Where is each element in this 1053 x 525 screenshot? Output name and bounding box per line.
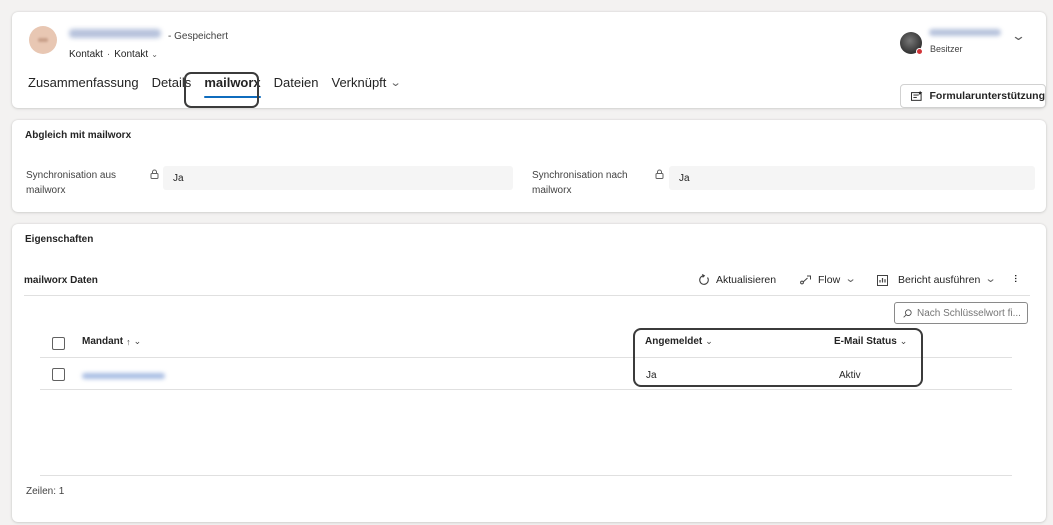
column-header-mandant[interactable]: Mandant ↑ ⌄ (82, 336, 141, 347)
tab-mailworx[interactable]: mailworx (204, 75, 262, 98)
more-icon: … (1013, 274, 1023, 283)
run-report-button[interactable]: Bericht ausführen ⌄ (877, 272, 997, 286)
refresh-icon (699, 274, 709, 285)
sync-section: Abgleich mit mailworx Synchronisation au… (12, 120, 1046, 212)
divider (40, 357, 1012, 358)
sync-to-label-line1: Synchronisation nach (532, 170, 628, 181)
form-assist-icon (911, 90, 923, 101)
column-header-angemeldet[interactable]: Angemeldet ⌄ (645, 336, 713, 347)
cell-angemeldet: Ja (646, 370, 657, 381)
divider (40, 389, 1012, 390)
separator: · (106, 49, 111, 60)
presence-status-icon (916, 48, 923, 55)
sync-from-label-line2: mailworx (26, 185, 66, 196)
sync-from-label: Synchronisation aus mailworx (26, 168, 116, 198)
form-name: Kontakt (114, 49, 149, 60)
entity-type: Kontakt (69, 49, 103, 60)
mandant-link-redacted[interactable] (82, 373, 165, 379)
tab-verknuepft-label: Verknüpft (331, 75, 387, 90)
lock-icon (655, 169, 664, 182)
rows-count: Zeilen: 1 (26, 486, 65, 497)
tab-verknuepft[interactable]: Verknüpft ⌄ (331, 75, 403, 90)
tab-bar: Zusammenfassung Details mailworx Dateien… (28, 75, 414, 98)
form-selector[interactable]: Kontakt ⌄ (114, 49, 158, 60)
report-icon (877, 274, 888, 286)
owner-avatar[interactable] (900, 32, 923, 55)
chevron-down-icon: ⌄ (899, 336, 908, 346)
refresh-button[interactable]: Aktualisieren (698, 274, 776, 286)
search-box[interactable] (894, 302, 1028, 324)
search-input[interactable] (917, 307, 1027, 319)
chevron-down-icon: ⌄ (133, 336, 142, 346)
owner-name-redacted[interactable] (929, 29, 1001, 36)
sync-section-title: Abgleich mit mailworx (25, 130, 132, 141)
record-name-redacted (69, 29, 161, 38)
chevron-down-icon: ⌄ (151, 50, 158, 59)
flow-label: Flow (818, 274, 841, 286)
form-assist-label: Formularunterstützung (929, 90, 1046, 102)
sync-from-label-line1: Synchronisation aus (26, 170, 117, 181)
cell-email-status: Aktiv (839, 370, 861, 381)
chevron-down-icon: ⌄ (844, 272, 857, 285)
sync-to-label: Synchronisation nach mailworx (532, 168, 628, 198)
lock-icon (150, 169, 159, 182)
saved-status: - Gespeichert (168, 31, 229, 42)
chevron-down-icon: ⌄ (984, 272, 997, 285)
expand-header-chevron-icon[interactable]: ⌄ (1011, 28, 1026, 44)
search-icon (903, 308, 912, 318)
tab-details[interactable]: Details (152, 75, 192, 90)
flow-icon (800, 275, 811, 285)
run-report-label: Bericht ausführen (898, 274, 981, 286)
record-avatar (29, 26, 57, 54)
properties-section: Eigenschaften mailworx Daten Aktualisier… (12, 224, 1046, 522)
more-commands-button[interactable]: … (1013, 274, 1023, 283)
entity-form-line: Kontakt · Kontakt ⌄ (69, 49, 158, 60)
owner-role: Besitzer (930, 44, 963, 54)
properties-section-title: Eigenschaften (25, 234, 94, 245)
subgrid-title: mailworx Daten (24, 275, 98, 286)
sync-from-value: Ja (163, 166, 513, 190)
select-all-checkbox[interactable] (52, 337, 65, 350)
column-header-angemeldet-label: Angemeldet (645, 336, 703, 347)
tab-dateien[interactable]: Dateien (274, 75, 319, 90)
chevron-down-icon: ⌄ (705, 336, 713, 346)
refresh-label: Aktualisieren (716, 274, 777, 286)
sort-ascending-icon: ↑ (126, 336, 131, 347)
record-header: - Gespeichert Kontakt · Kontakt ⌄ Zusamm… (12, 12, 1046, 108)
divider (24, 295, 1030, 296)
row-checkbox[interactable] (52, 368, 65, 381)
sync-to-value: Ja (669, 166, 1035, 190)
column-header-email-status[interactable]: E-Mail Status ⌄ (834, 336, 907, 347)
column-header-email-status-label: E-Mail Status (834, 336, 897, 347)
chevron-down-icon: ⌄ (390, 77, 403, 89)
divider (40, 475, 1012, 476)
tab-zusammenfassung[interactable]: Zusammenfassung (28, 75, 139, 90)
flow-button[interactable]: Flow ⌄ (800, 272, 857, 286)
sync-to-label-line2: mailworx (532, 185, 572, 196)
column-header-mandant-label: Mandant (82, 336, 124, 347)
form-assist-button[interactable]: Formularunterstützung (900, 84, 1046, 108)
